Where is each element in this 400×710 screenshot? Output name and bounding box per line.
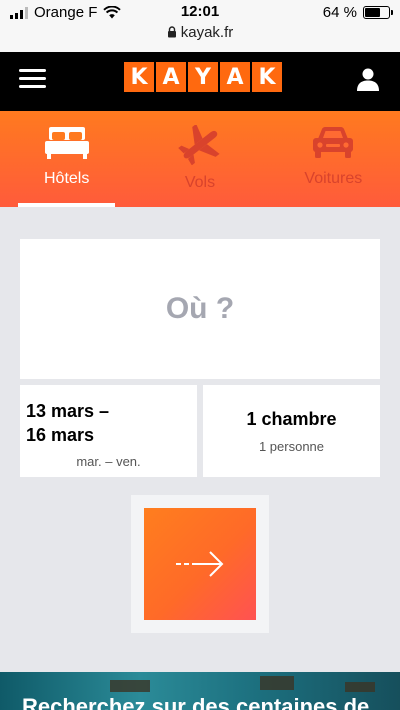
url-text: kayak.fr bbox=[180, 24, 234, 41]
user-icon[interactable] bbox=[355, 66, 381, 92]
battery-icon bbox=[363, 6, 393, 19]
tab-label: Voitures bbox=[304, 170, 363, 187]
tab-flights[interactable]: Vols bbox=[133, 111, 266, 207]
hamburger-icon[interactable] bbox=[19, 69, 46, 91]
car-icon bbox=[313, 127, 354, 158]
logo-letter: K bbox=[124, 62, 154, 92]
tab-cars[interactable]: Voitures bbox=[267, 111, 400, 207]
search-button-frame bbox=[131, 495, 269, 633]
date-range: 13 mars –16 mars bbox=[26, 401, 110, 445]
url-bar[interactable]: kayak.fr bbox=[0, 24, 400, 41]
lock-icon bbox=[167, 26, 176, 38]
rooms-count: 1 chambre bbox=[246, 409, 337, 429]
rooms-guests-picker[interactable]: 1 chambre 1 personne bbox=[203, 385, 380, 477]
guests-count: 1 personne bbox=[258, 439, 325, 454]
tab-hotels[interactable]: Hôtels bbox=[0, 111, 133, 207]
logo-letter: A bbox=[220, 62, 250, 92]
date-picker[interactable]: 13 mars –16 mars mar. – ven. bbox=[20, 385, 197, 477]
status-right: 64 % bbox=[322, 4, 393, 21]
promo-image-hut bbox=[260, 676, 294, 690]
app-header: K A Y A K bbox=[0, 52, 400, 111]
promo-image-hut bbox=[345, 682, 375, 692]
battery-percent: 64 % bbox=[322, 4, 357, 21]
destination-placeholder: Où ? bbox=[165, 292, 235, 325]
tab-label: Vols bbox=[184, 174, 216, 191]
destination-input[interactable]: Où ? bbox=[20, 239, 380, 379]
tab-label: Hôtels bbox=[43, 170, 90, 187]
date-weekdays: mar. – ven. bbox=[76, 454, 141, 469]
bed-icon bbox=[44, 127, 89, 159]
logo-letter: A bbox=[156, 62, 186, 92]
search-button[interactable] bbox=[144, 508, 256, 620]
battery-fill bbox=[365, 8, 380, 17]
arrow-right-icon bbox=[176, 551, 224, 577]
status-bar: Orange F 12:01 kayak.fr 64 % bbox=[0, 0, 400, 52]
promo-banner: Recherchez sur des centaines de bbox=[0, 672, 400, 710]
logo-letter: K bbox=[252, 62, 282, 92]
vertical-tabs: Hôtels Vols Voitures bbox=[0, 111, 400, 207]
logo-letter: Y bbox=[188, 62, 218, 92]
active-tab-indicator bbox=[18, 203, 116, 207]
promo-image-hut bbox=[110, 680, 150, 692]
promo-heading: Recherchez sur des centaines de bbox=[22, 694, 370, 710]
plane-icon bbox=[178, 125, 220, 165]
kayak-logo[interactable]: K A Y A K bbox=[124, 62, 282, 92]
